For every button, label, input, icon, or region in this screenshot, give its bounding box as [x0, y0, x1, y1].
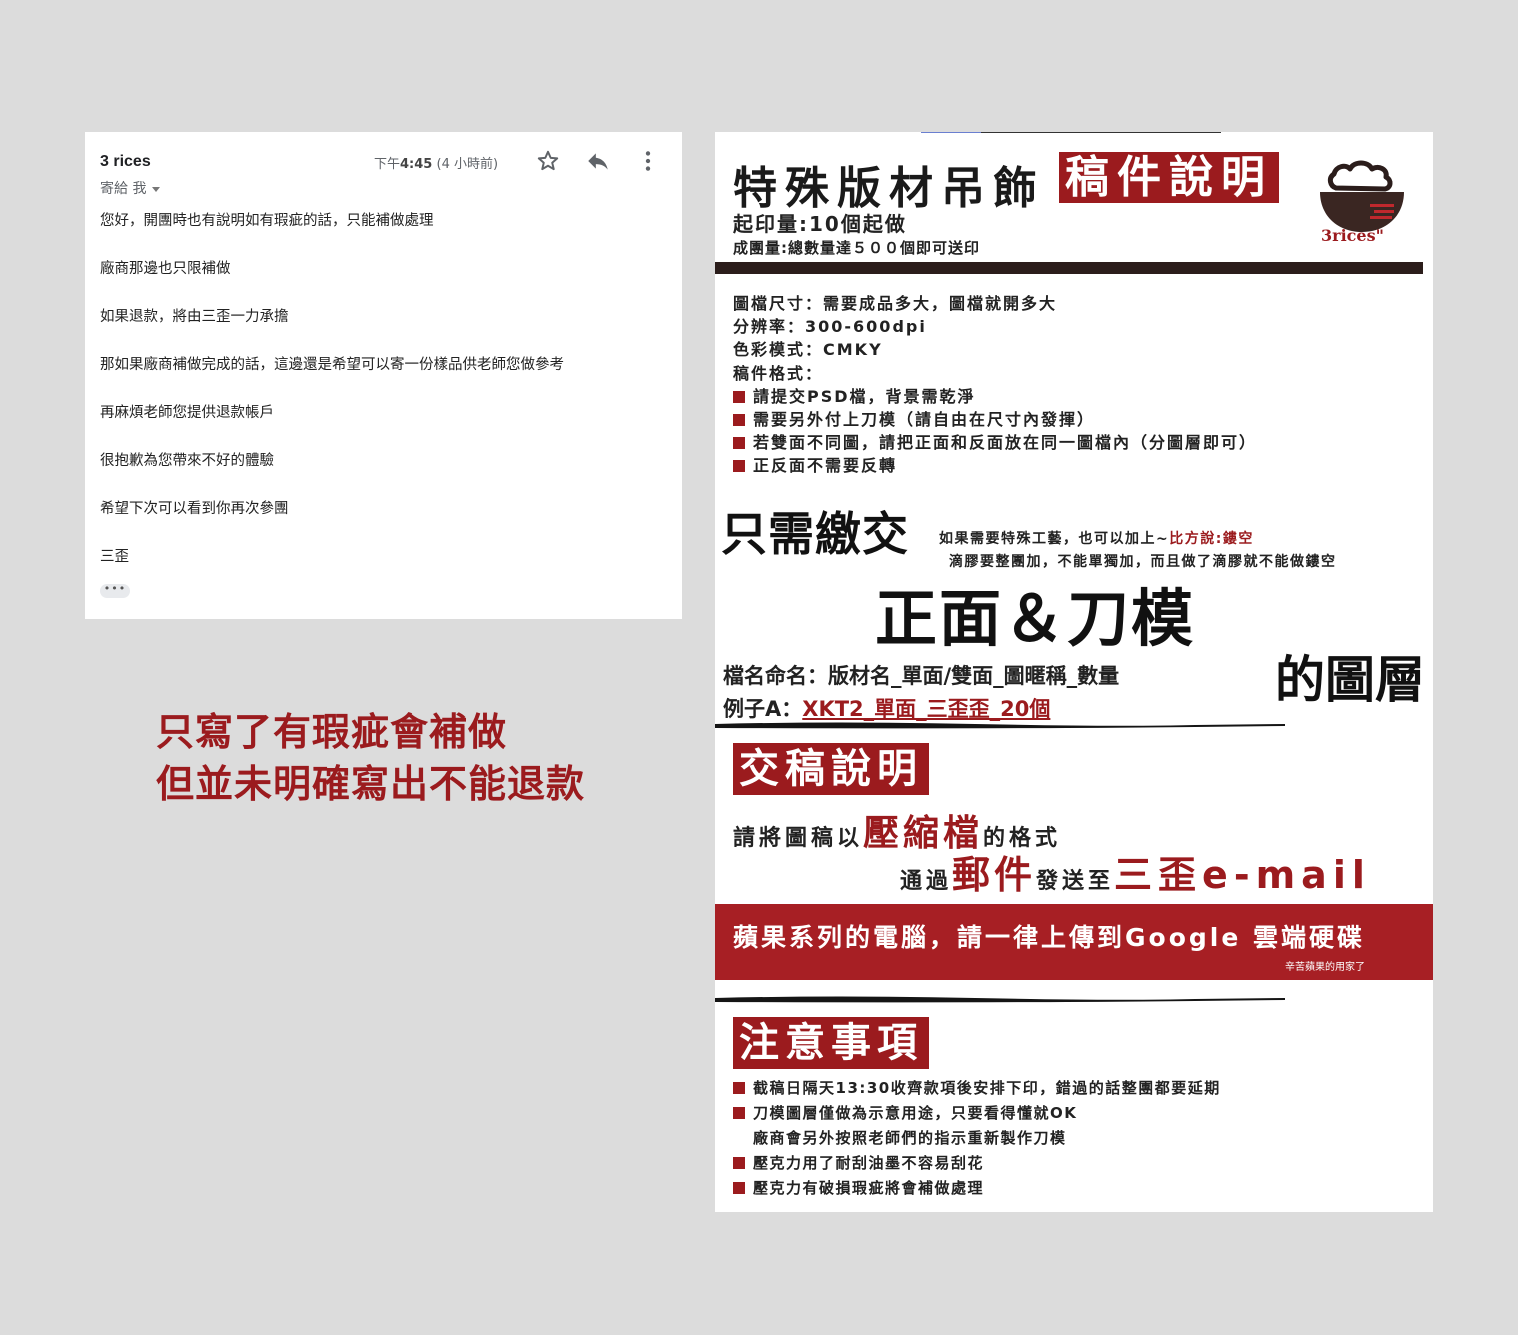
email-body: 您好，開團時也有說明如有瑕疵的話，只能補做處理 廠商那邊也只限補做 如果退款，將…	[100, 212, 670, 596]
email-card: 3 rices 寄給 我 下午4:45 (4 小時前) 您好，開團時也有說明如有…	[85, 132, 682, 619]
sender-name[interactable]: 3 rices	[100, 153, 151, 171]
submit-section-heading: 交稿說明	[733, 743, 929, 795]
poster-title-highlight: 稿件說明	[1059, 152, 1279, 203]
submit-text: 發送至	[1036, 869, 1115, 894]
logo-text: 3rices"	[1321, 226, 1384, 245]
bullet-square-icon	[733, 1157, 745, 1169]
caption-line-2: 但並未明確寫出不能退款	[156, 761, 586, 806]
note-text: 廠商會另外按照老師們的指示重新製作刀模	[753, 1129, 1067, 1147]
poster-title: 特殊版材吊飾	[733, 163, 1045, 214]
instruction-poster: 特殊版材吊飾 稿件說明 起印量:10個起做 成團量:總數量達５００個即可送印 3…	[715, 132, 1433, 1212]
chevron-down-icon[interactable]	[152, 186, 161, 192]
bullet-square-icon	[733, 390, 745, 403]
only-submit-heading: 只需繳交	[721, 507, 909, 561]
timestamp: 下午4:45 (4 小時前)	[374, 153, 498, 172]
spec-bullet: 請提交PSD檔，背景需乾淨	[733, 385, 1257, 408]
note-text: 刀模圖層僅做為示意用途，只要看得懂就OK	[753, 1104, 1078, 1122]
spec-bullet-text: 若雙面不同圖，請把正面和反面放在同一圖檔內（分圖層即可）	[753, 433, 1258, 453]
top-rule-accent	[921, 132, 981, 133]
apple-notice-text: 蘋果系列的電腦，請一律上傳到Google 雲端硬碟	[733, 923, 1365, 952]
spec-bullet: 需要另外付上刀模（請自由在尺寸內發揮）	[733, 408, 1257, 431]
timestamp-prefix: 下午	[374, 157, 401, 172]
example-prefix: 例子A：	[723, 697, 803, 721]
special-craft-text: 如果需要特殊工藝，也可以加上~	[939, 531, 1170, 547]
recipient-label: 寄給 我	[100, 181, 147, 197]
recipient-toggle[interactable]: 寄給 我	[100, 178, 161, 198]
special-craft-example: 比方說:鏤空	[1169, 531, 1254, 547]
body-line: 三歪	[100, 549, 129, 565]
star-icon[interactable]	[535, 148, 561, 174]
header-divider	[715, 262, 1423, 274]
bullet-square-icon	[733, 1107, 745, 1119]
body-line: 您好，開團時也有說明如有瑕疵的話，只能補做處理	[100, 213, 434, 229]
submit-email-line: 通過郵件發送至三歪e-mail	[900, 844, 1371, 899]
caption-line-1: 只寫了有瑕疵會補做	[156, 709, 508, 754]
bullet-square-icon	[733, 414, 745, 427]
note-item: 廠商會另外按照老師們的指示重新製作刀模	[733, 1126, 1221, 1151]
note-item: 壓克力用了耐刮油墨不容易刮花	[733, 1151, 1221, 1176]
notes-list: 截稿日隔天13:30收齊款項後安排下印，錯過的話整團都要延期 刀模圖層僅做為示意…	[733, 1076, 1221, 1201]
spec-line: 分辨率：300-600dpi	[733, 317, 927, 337]
bullet-square-icon	[733, 460, 745, 473]
file-naming-example: 例子A：XKT2_單面_三歪歪_20個	[723, 693, 1050, 723]
timestamp-relative: (4 小時前)	[436, 157, 499, 172]
mail-word: 郵件	[952, 853, 1037, 897]
more-vert-icon[interactable]	[635, 148, 661, 174]
body-line: 再麻煩老師您提供退款帳戶	[100, 405, 274, 421]
spec-bullet: 若雙面不同圖，請把正面和反面放在同一圖檔內（分圖層即可）	[733, 431, 1257, 454]
body-line: 希望下次可以看到你再次參團	[100, 501, 289, 517]
bullet-square-icon	[733, 1182, 745, 1194]
submit-text: 請將圖稿以	[733, 826, 864, 851]
timestamp-time: 4:45	[400, 157, 433, 172]
group-minimum: 成團量:總數量達５００個即可送印	[733, 239, 981, 257]
spec-bullet-text: 正反面不需要反轉	[753, 456, 898, 476]
bullet-square-icon	[733, 437, 745, 450]
front-knife-heading: 正面＆刀模	[875, 582, 1196, 655]
body-line: 那如果廠商補做完成的話，這邊還是希望可以寄一份樣品供老師您做參考	[100, 357, 564, 373]
annotation-caption: 只寫了有瑕疵會補做 但並未明確寫出不能退款	[156, 706, 585, 810]
apple-notice-bar: 蘋果系列的電腦，請一律上傳到Google 雲端硬碟 辛苦蘋果的用家了	[715, 904, 1433, 980]
submit-text: 通過	[900, 869, 953, 894]
spec-line: 色彩模式：CMKY	[733, 340, 883, 360]
special-craft-note: 如果需要特殊工藝，也可以加上~比方說:鏤空	[939, 528, 1254, 548]
note-text: 壓克力有破損瑕疵將會補做處理	[753, 1179, 985, 1197]
note-text: 壓克力用了耐刮油墨不容易刮花	[753, 1154, 985, 1172]
note-item: 刀模圖層僅做為示意用途，只要看得懂就OK	[733, 1101, 1221, 1126]
file-naming-rule: 檔名命名：版材名_單面/雙面_圖暱稱_數量	[723, 664, 1120, 688]
layer-heading: 的圖層	[1275, 651, 1425, 709]
example-value: XKT2_單面_三歪歪_20個	[802, 697, 1051, 721]
note-item: 壓克力有破損瑕疵將會補做處理	[733, 1176, 1221, 1201]
show-trimmed-button[interactable]: •••	[100, 583, 130, 598]
bullet-square-icon	[733, 1082, 745, 1094]
email-target: 三歪e-mail	[1114, 853, 1371, 897]
spec-line: 圖檔尺寸：需要成品多大，圖檔就開多大	[733, 294, 1058, 313]
note-text: 截稿日隔天13:30收齊款項後安排下印，錯過的話整團都要延期	[753, 1079, 1221, 1097]
apple-notice-subtext: 辛苦蘋果的用家了	[1285, 962, 1365, 973]
spec-bullet-text: 需要另外付上刀模（請自由在尺寸內發揮）	[753, 410, 1096, 430]
file-spec-list: 圖檔尺寸：需要成品多大，圖檔就開多大 分辨率：300-600dpi 色彩模式：C…	[733, 292, 1257, 478]
spec-bullet-text: 請提交PSD檔，背景需乾淨	[753, 386, 976, 406]
brush-divider	[715, 996, 1285, 1003]
brush-divider	[715, 722, 1285, 729]
spec-line: 稿件格式：	[733, 363, 824, 383]
note-item: 截稿日隔天13:30收齊款項後安排下印，錯過的話整團都要延期	[733, 1076, 1221, 1101]
body-line: 廠商那邊也只限補做	[100, 261, 231, 277]
body-line: 很抱歉為您帶來不好的體驗	[100, 453, 274, 469]
min-print: 起印量:10個起做	[733, 212, 907, 236]
body-line: 如果退款，將由三歪一力承擔	[100, 309, 289, 325]
notes-section-heading: 注意事項	[733, 1017, 929, 1069]
spec-bullet: 正反面不需要反轉	[733, 454, 1257, 477]
reply-icon[interactable]	[585, 148, 611, 174]
